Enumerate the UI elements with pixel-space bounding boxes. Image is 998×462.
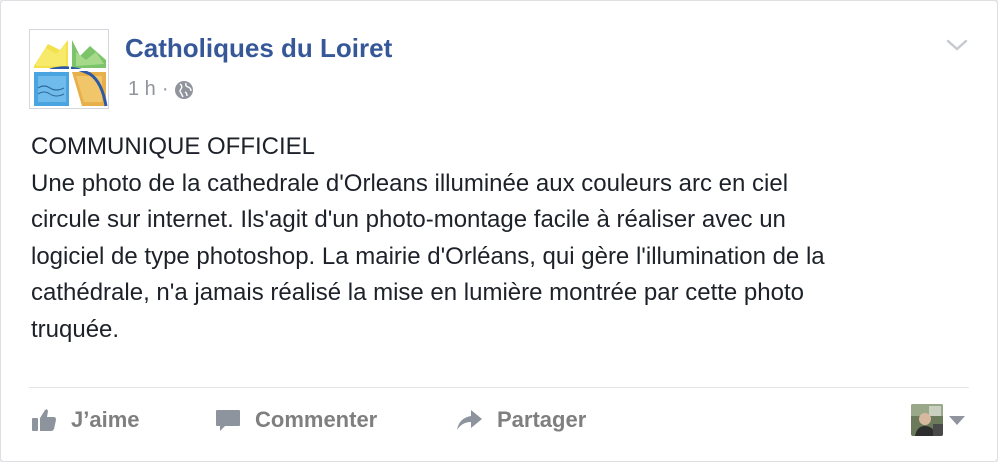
- comment-button[interactable]: Commenter: [215, 399, 377, 441]
- post-header: Catholiques du Loiret 1 h ·: [29, 29, 969, 111]
- speech-bubble-icon: [216, 410, 240, 431]
- share-arrow-icon: [457, 410, 482, 430]
- post-meta: 1 h ·: [128, 78, 194, 101]
- like-button[interactable]: J’aime: [31, 399, 140, 441]
- action-bar: J’aime Commenter Partager: [29, 399, 969, 441]
- page-name-link[interactable]: Catholiques du Loiret: [125, 33, 392, 64]
- post-message: COMMUNIQUE OFFICIEL Une photo de la cath…: [31, 129, 971, 348]
- like-label: J’aime: [71, 407, 140, 432]
- post-timestamp[interactable]: 1 h: [128, 78, 156, 101]
- page-logo: [30, 30, 108, 108]
- thumbs-up-icon: [32, 409, 56, 431]
- viewer-avatar: [911, 404, 943, 436]
- post-body: Une photo de la cathedrale d'Orleans ill…: [31, 169, 825, 343]
- page-avatar[interactable]: [29, 29, 109, 109]
- actions-divider: [29, 387, 969, 388]
- post-card: Catholiques du Loiret 1 h · COMMUNIQUE O…: [0, 0, 998, 462]
- caret-down-icon: [949, 415, 965, 425]
- share-label: Partager: [497, 407, 587, 432]
- post-headline: COMMUNIQUE OFFICIEL: [31, 133, 316, 160]
- globe-icon[interactable]: [174, 80, 194, 100]
- comment-label: Commenter: [255, 407, 378, 432]
- share-button[interactable]: Partager: [455, 399, 586, 441]
- chevron-down-icon[interactable]: [945, 35, 969, 55]
- viewer-selector[interactable]: [911, 399, 965, 441]
- meta-separator: ·: [161, 78, 169, 100]
